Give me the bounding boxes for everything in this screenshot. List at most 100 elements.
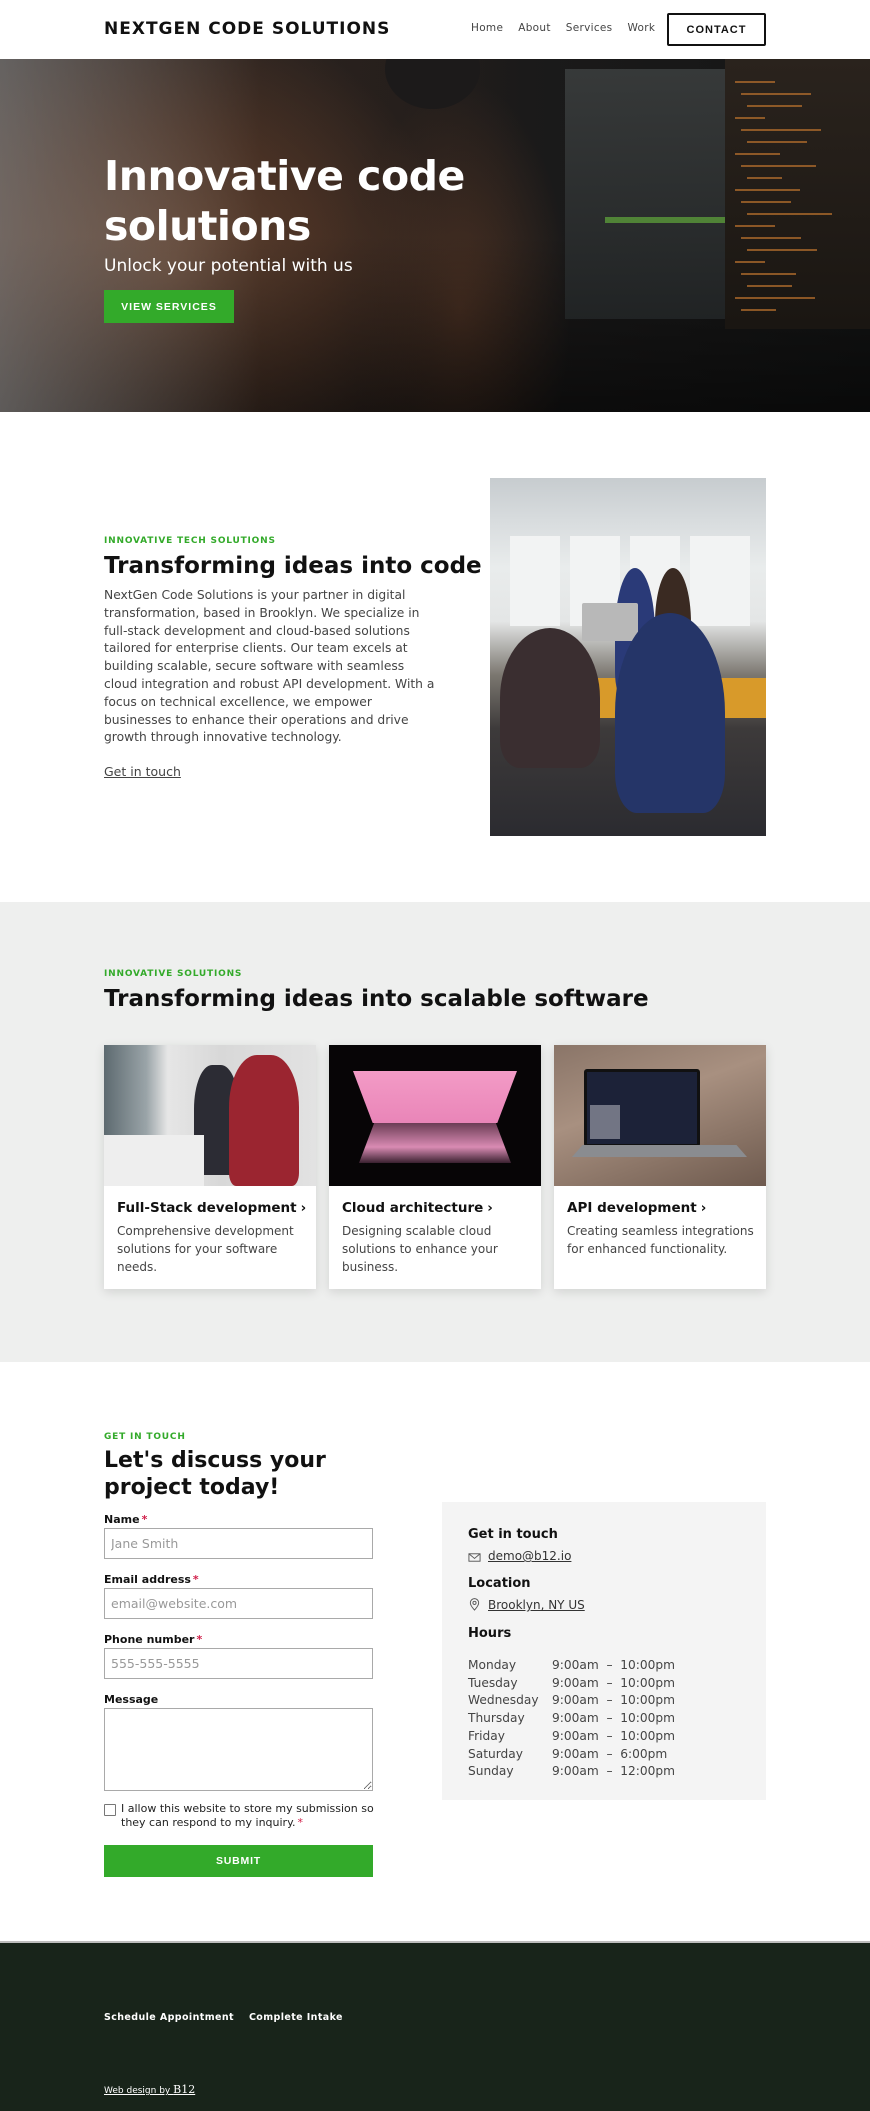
services-title: Transforming ideas into scalable softwar… xyxy=(104,986,649,1012)
hero-background-decoration xyxy=(605,217,725,223)
consent-checkbox[interactable] xyxy=(104,1804,116,1816)
hero-subtitle: Unlock your potential with us xyxy=(104,256,353,276)
hours-day: Monday xyxy=(468,1658,517,1672)
footer-links: Schedule Appointment Complete Intake xyxy=(104,2012,343,2023)
hero-background-headphones xyxy=(385,59,480,109)
hours-time: 9:00am – 6:00pm xyxy=(552,1746,668,1761)
location-link[interactable]: Brooklyn, NY US xyxy=(488,1598,585,1612)
hero-background-monitor xyxy=(565,69,735,319)
hours-day: Sunday xyxy=(468,1764,514,1779)
hours-day: Saturday xyxy=(468,1746,523,1761)
hero-code-line xyxy=(735,225,775,227)
hero-title: Innovative code solutions xyxy=(104,152,465,250)
required-mark: * xyxy=(141,1513,148,1526)
hero-code-line xyxy=(747,177,782,179)
phone-label: Phone number * xyxy=(104,1633,203,1646)
hero-code-line xyxy=(735,153,780,155)
required-mark: * xyxy=(196,1633,203,1646)
hours-table: Monday 9:00am – 10:00pm Tuesday 9:00am – 1… xyxy=(468,1657,675,1781)
developers-photo xyxy=(104,1045,316,1186)
schedule-appointment-link[interactable]: Schedule Appointment xyxy=(104,2012,234,2023)
phone-field[interactable] xyxy=(104,1648,373,1679)
hero-code-line xyxy=(747,105,802,107)
about-title: Transforming ideas into code xyxy=(104,553,482,579)
nav-link-work[interactable]: Work xyxy=(627,22,655,34)
message-field[interactable] xyxy=(104,1708,373,1791)
hours-row: Wednesday 9:00am – 10:00pm xyxy=(468,1692,675,1710)
chevron-right-icon: › xyxy=(300,1200,307,1216)
contact-button[interactable]: CONTACT xyxy=(667,13,766,46)
chevron-right-icon: › xyxy=(487,1200,493,1216)
hero-section: Innovative code solutions Unlock your po… xyxy=(0,59,870,412)
get-in-touch-heading: Get in touch xyxy=(468,1527,558,1542)
hours-time: 9:00am – 10:00pm xyxy=(552,1693,676,1708)
hero-code-line xyxy=(735,81,775,83)
hero-code-line xyxy=(741,237,801,239)
hero-code-line xyxy=(741,165,816,167)
hours-time: 9:00am – 12:00pm xyxy=(552,1764,676,1779)
email-field[interactable] xyxy=(104,1588,373,1619)
message-label: Message xyxy=(104,1693,159,1706)
card-title: API development › xyxy=(567,1200,707,1216)
hero-code-line xyxy=(741,93,811,95)
code-laptop-photo xyxy=(554,1045,766,1186)
submit-button[interactable]: SUBMIT xyxy=(104,1845,373,1877)
hours-row: Friday 9:00am – 10:00pm xyxy=(468,1728,675,1746)
contact-eyebrow: GET IN TOUCH xyxy=(104,1432,186,1442)
email-label: Email address * xyxy=(104,1573,199,1586)
hours-day: Tuesday xyxy=(468,1675,518,1690)
nav-link-about[interactable]: About xyxy=(518,22,551,34)
hours-row: Thursday 9:00am – 10:00pm xyxy=(468,1710,675,1728)
hours-time: 9:00am – 10:00pm xyxy=(552,1728,676,1743)
hours-day: Friday xyxy=(468,1728,505,1743)
hours-row: Tuesday 9:00am – 10:00pm xyxy=(468,1675,675,1693)
hours-day: Thursday xyxy=(468,1711,525,1726)
hours-row: Sunday 9:00am – 12:00pm xyxy=(468,1763,675,1781)
service-card-fullstack[interactable]: Full-Stack development › Comprehensive de… xyxy=(104,1045,316,1289)
site-header: NEXTGEN CODE SOLUTIONS Home About Servic… xyxy=(0,0,870,59)
hero-code-line xyxy=(735,297,815,299)
about-body: NextGen Code Solutions is your partner i… xyxy=(104,588,435,745)
service-card-cloud[interactable]: Cloud architecture › Designing scalable c… xyxy=(329,1045,541,1289)
name-field[interactable] xyxy=(104,1528,373,1559)
email-link[interactable]: demo@b12.io xyxy=(488,1549,571,1563)
contact-title: Let's discuss your project today! xyxy=(104,1448,326,1500)
hours-row: Saturday 9:00am – 6:00pm xyxy=(468,1746,675,1764)
consent-label: I allow this website to store my submiss… xyxy=(121,1802,374,1829)
team-office-photo xyxy=(490,478,766,836)
pink-laptop-photo xyxy=(329,1045,541,1186)
view-services-button[interactable]: VIEW SERVICES xyxy=(104,290,234,323)
card-description: Comprehensive development solutions for … xyxy=(117,1224,294,1274)
hero-code-line xyxy=(747,141,807,143)
contact-info-panel: Get in touch demo@b12.io Location Brookl… xyxy=(442,1502,766,1800)
hero-code-line xyxy=(747,249,817,251)
nav-link-services[interactable]: Services xyxy=(566,22,613,34)
hero-code-line xyxy=(747,285,792,287)
service-card-api[interactable]: API development › Creating seamless integ… xyxy=(554,1045,766,1289)
hours-heading: Hours xyxy=(468,1626,512,1641)
web-design-credit-link[interactable]: Web design by B12 xyxy=(104,2083,195,2096)
location-heading: Location xyxy=(468,1576,531,1591)
site-logo[interactable]: NEXTGEN CODE SOLUTIONS xyxy=(104,19,390,39)
hours-row: Monday 9:00am – 10:00pm xyxy=(468,1657,675,1675)
complete-intake-link[interactable]: Complete Intake xyxy=(249,2012,343,2023)
required-mark: * xyxy=(192,1573,199,1586)
services-section: INNOVATIVE SOLUTIONS Transforming ideas … xyxy=(0,902,870,1362)
hero-code-line xyxy=(735,189,800,191)
chevron-right-icon: › xyxy=(700,1200,707,1216)
map-pin-icon xyxy=(469,1598,480,1611)
card-description: Creating seamless integrations for enhan… xyxy=(567,1224,754,1256)
hero-code-line xyxy=(735,117,765,119)
hero-code-line xyxy=(747,213,832,215)
hero-code-line xyxy=(735,261,765,263)
laptop-shape xyxy=(582,603,638,641)
hours-time: 9:00am – 10:00pm xyxy=(552,1658,676,1672)
about-eyebrow: INNOVATIVE TECH SOLUTIONS xyxy=(104,536,276,546)
hero-code-line xyxy=(741,201,791,203)
card-description: Designing scalable cloud solutions to en… xyxy=(342,1224,498,1274)
nav-link-home[interactable]: Home xyxy=(471,22,503,34)
site-footer: Schedule Appointment Complete Intake Web… xyxy=(0,1941,870,2111)
get-in-touch-link[interactable]: Get in touch xyxy=(104,764,181,779)
hero-code-line xyxy=(741,129,821,131)
main-nav: Home About Services Work xyxy=(471,22,670,34)
